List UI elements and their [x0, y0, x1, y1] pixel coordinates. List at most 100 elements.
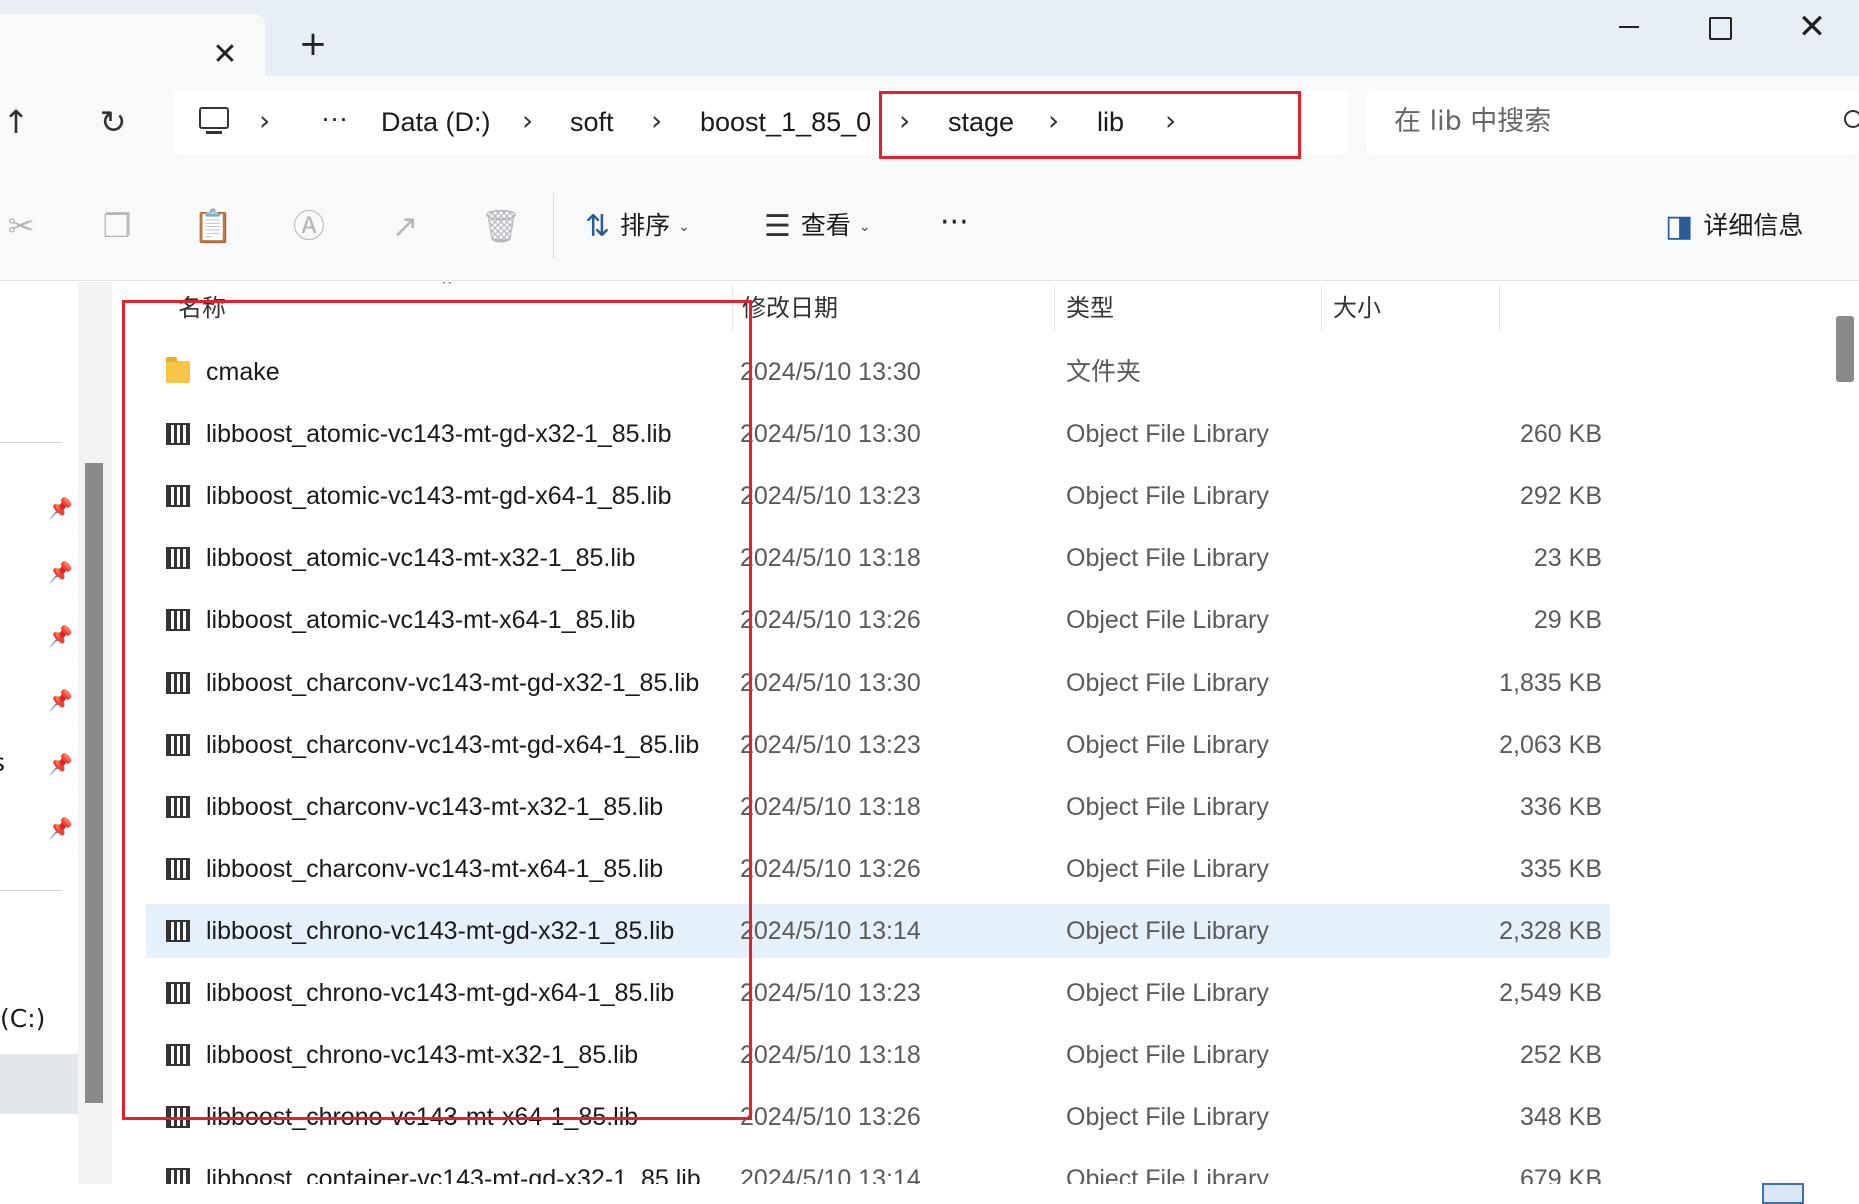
file-date: 2024/5/10 13:18: [740, 544, 921, 572]
file-type: Object File Library: [1066, 669, 1269, 697]
up-arrow-icon[interactable]: ↑: [0, 98, 38, 146]
file-date: 2024/5/10 13:23: [740, 482, 921, 510]
file-size: 260 KB: [1519, 420, 1602, 448]
file-type: Object File Library: [1066, 1103, 1269, 1131]
command-bar: ✂ ❐ 📋 Ⓐ ↗ 🗑 ⇅ 排序 ⌄ ☰ 查看 ⌄ ··· ◨ 详细信息: [0, 171, 1859, 281]
file-size: 2,063 KB: [1499, 731, 1602, 759]
column-divider[interactable]: [1321, 286, 1322, 332]
view-list-icon: ☰: [764, 209, 791, 244]
highlight-box-address: [879, 91, 1301, 159]
breadcrumb-data-d[interactable]: Data (D:): [381, 90, 491, 154]
file-type: Object File Library: [1066, 917, 1269, 945]
view-toggle-button[interactable]: [1762, 1183, 1804, 1204]
maximize-button[interactable]: [1691, 4, 1747, 50]
column-header-date[interactable]: 修改日期: [742, 282, 838, 334]
list-scrollbar-track: [1828, 282, 1859, 1204]
file-size: 348 KB: [1519, 1103, 1602, 1131]
file-date: 2024/5/10 13:14: [740, 917, 921, 945]
file-date: 2024/5/10 13:14: [740, 1165, 921, 1184]
file-size: 252 KB: [1519, 1041, 1602, 1069]
nav-divider: [0, 442, 62, 443]
file-type: Object File Library: [1066, 793, 1269, 821]
file-type: Object File Library: [1066, 544, 1269, 572]
chevron-down-icon: ⌄: [678, 219, 690, 235]
delete-icon[interactable]: 🗑: [480, 205, 522, 247]
nav-divider: [0, 890, 62, 891]
chevron-right-icon[interactable]: ›: [651, 90, 662, 154]
highlight-box-names: [122, 300, 752, 1120]
chevron-right-icon[interactable]: ›: [522, 90, 533, 154]
search-input[interactable]: 在 lib 中搜索: [1394, 90, 1551, 154]
file-date: 2024/5/10 13:30: [740, 358, 921, 386]
chevron-right-icon[interactable]: ›: [259, 90, 270, 154]
nav-scrollbar-thumb[interactable]: [85, 463, 103, 1103]
details-pane-icon: ◨: [1665, 209, 1694, 244]
breadcrumb-more[interactable]: ···: [321, 86, 348, 150]
details-pane-button[interactable]: ◨ 详细信息: [1665, 201, 1803, 251]
file-date: 2024/5/10 13:18: [740, 1041, 921, 1069]
file-type: Object File Library: [1066, 482, 1269, 510]
nav-item-drive-c[interactable]: (C:): [0, 1004, 45, 1033]
pin-icon[interactable]: 📌: [48, 689, 73, 711]
breadcrumb-soft[interactable]: soft: [570, 90, 614, 154]
nav-item-partial[interactable]: s: [0, 748, 5, 777]
file-type: Object File Library: [1066, 1165, 1269, 1184]
copy-icon[interactable]: ❐: [96, 205, 138, 247]
pin-icon[interactable]: 📌: [48, 753, 73, 775]
file-type: 文件夹: [1066, 358, 1142, 386]
pin-icon[interactable]: 📌: [48, 561, 73, 583]
this-pc-icon[interactable]: [199, 107, 229, 134]
file-name: libboost_container-vc143-mt-gd-x32-1_85.…: [206, 1165, 701, 1184]
file-type: Object File Library: [1066, 606, 1269, 634]
file-date: 2024/5/10 13:18: [740, 793, 921, 821]
tab-close-icon[interactable]: ✕: [208, 38, 242, 72]
file-size: 292 KB: [1519, 482, 1602, 510]
file-date: 2024/5/10 13:26: [740, 855, 921, 883]
column-header-type[interactable]: 类型: [1066, 282, 1114, 334]
breadcrumb-boost[interactable]: boost_1_85_0: [700, 90, 871, 154]
sort-label: 排序: [620, 211, 671, 240]
file-date: 2024/5/10 13:23: [740, 731, 921, 759]
file-date: 2024/5/10 13:30: [740, 669, 921, 697]
column-divider[interactable]: [1499, 286, 1500, 332]
file-size: 2,549 KB: [1499, 979, 1602, 1007]
pin-icon[interactable]: 📌: [48, 497, 73, 519]
view-label: 查看: [800, 211, 851, 240]
column-divider[interactable]: [1054, 286, 1055, 332]
toolbar-divider: [553, 193, 554, 259]
file-type: Object File Library: [1066, 855, 1269, 883]
sort-icon: ⇅: [585, 209, 611, 244]
sort-ascending-icon: ^: [441, 282, 453, 294]
file-date: 2024/5/10 13:26: [740, 606, 921, 634]
file-date: 2024/5/10 13:26: [740, 1103, 921, 1131]
column-header-size[interactable]: 大小: [1333, 282, 1381, 334]
title-bar: ✕ + ✕: [0, 0, 1859, 76]
close-window-button[interactable]: ✕: [1784, 4, 1840, 50]
refresh-icon[interactable]: ↻: [91, 98, 135, 146]
file-row[interactable]: libboost_container-vc143-mt-gd-x32-1_85.…: [146, 1152, 1610, 1184]
chevron-down-icon: ⌄: [858, 219, 871, 235]
cut-icon[interactable]: ✂: [0, 205, 42, 247]
more-options-button[interactable]: ···: [940, 201, 969, 251]
view-button[interactable]: ☰ 查看 ⌄: [764, 201, 871, 251]
file-type: Object File Library: [1066, 1041, 1269, 1069]
file-size: 2,328 KB: [1499, 917, 1602, 945]
new-tab-button[interactable]: +: [296, 24, 330, 64]
paste-icon[interactable]: 📋: [192, 205, 234, 247]
share-icon[interactable]: ↗: [384, 205, 426, 247]
file-date: 2024/5/10 13:23: [740, 979, 921, 1007]
file-size: 29 KB: [1533, 606, 1602, 634]
file-size: 23 KB: [1533, 544, 1602, 572]
rename-icon[interactable]: Ⓐ: [288, 205, 330, 247]
pin-icon[interactable]: 📌: [48, 625, 73, 647]
nav-item-selected[interactable]: [0, 1054, 78, 1114]
tab-current[interactable]: ✕: [0, 14, 265, 76]
file-type: Object File Library: [1066, 979, 1269, 1007]
pin-icon[interactable]: 📌: [48, 817, 73, 839]
search-icon[interactable]: [1844, 110, 1859, 128]
search-box[interactable]: 在 lib 中搜索: [1366, 90, 1859, 154]
sort-button[interactable]: ⇅ 排序 ⌄: [585, 201, 690, 251]
list-scrollbar-thumb[interactable]: [1836, 316, 1854, 382]
minimize-button[interactable]: [1601, 4, 1657, 50]
file-type: Object File Library: [1066, 420, 1269, 448]
